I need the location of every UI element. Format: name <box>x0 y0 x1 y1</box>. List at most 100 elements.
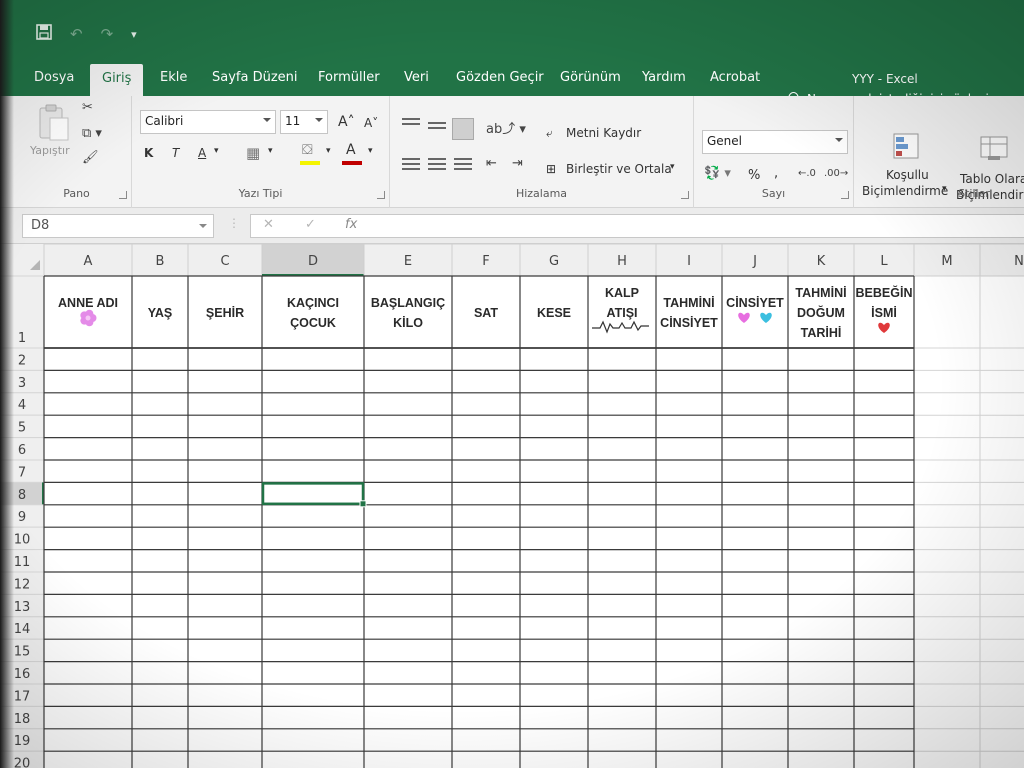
align-middle-icon[interactable] <box>428 122 446 136</box>
chevron-down-icon[interactable]: ▾ <box>268 146 273 156</box>
header-text: KİLO <box>393 315 423 330</box>
header-cell-C[interactable]: ŞEHİR <box>206 305 244 320</box>
shrink-font-icon[interactable]: A˅ <box>364 116 378 130</box>
header-cell-F[interactable]: SAT <box>474 306 498 320</box>
header-cell-I[interactable]: TAHMİNİ CİNSİYET <box>660 295 718 330</box>
italic-button[interactable]: T <box>172 146 179 160</box>
bold-button[interactable]: K <box>144 146 153 160</box>
font-size-select[interactable]: 11 <box>280 110 328 134</box>
increase-indent-icon[interactable]: ⇥ <box>512 156 523 171</box>
ribbon-tabs: Dosya Giriş Ekle Sayfa Düzeni Formüller … <box>0 62 1024 106</box>
merge-center-label: Birleştir ve Ortala <box>566 162 672 176</box>
underline-button[interactable]: A <box>198 146 206 160</box>
column-letter: G <box>549 254 559 269</box>
grow-font-icon[interactable]: A˄ <box>338 114 355 130</box>
header-cell-D[interactable]: KAÇINCI ÇOCUK <box>287 296 339 330</box>
chevron-down-icon <box>263 118 271 122</box>
tab-sayfa-duzeni[interactable]: Sayfa Düzeni <box>212 70 298 85</box>
number-format-select[interactable]: Genel <box>702 130 848 154</box>
chevron-down-icon[interactable]: ▾ <box>326 146 331 156</box>
align-left-icon[interactable] <box>402 158 420 172</box>
header-cell-H[interactable]: KALP ATIŞI <box>592 286 649 334</box>
tab-ekle[interactable]: Ekle <box>160 70 187 85</box>
number-launcher-icon[interactable] <box>841 191 849 199</box>
save-icon[interactable] <box>36 24 52 44</box>
tab-gozden-gecir[interactable]: Gözden Geçir <box>456 70 544 85</box>
font-color-button[interactable]: A <box>342 142 364 166</box>
tab-formuller[interactable]: Formüller <box>318 70 380 85</box>
comma-button[interactable]: , <box>774 166 778 181</box>
decrease-decimal-icon[interactable]: .00→ <box>824 168 848 179</box>
clipboard-launcher-icon[interactable] <box>119 191 127 199</box>
tab-acrobat[interactable]: Acrobat <box>710 70 760 85</box>
cancel-icon[interactable]: ✕ <box>263 217 274 232</box>
fill-handle[interactable] <box>359 500 367 508</box>
align-center-icon[interactable] <box>428 158 446 172</box>
worksheet-svg[interactable]: A B C D E F G H I J K L M N12345678910111213141516171… <box>0 244 1024 768</box>
paste-icon <box>39 104 69 141</box>
flower-icon <box>80 309 97 327</box>
chevron-down-icon[interactable]: ▾ <box>368 146 373 156</box>
column-letter: C <box>220 254 229 269</box>
paint-bucket-icon: ⛋ <box>302 142 313 158</box>
header-text: SAT <box>474 306 498 320</box>
currency-icon[interactable]: 💱 ▾ <box>704 166 731 181</box>
enter-icon[interactable]: ✓ <box>305 217 316 232</box>
chevron-down-icon[interactable]: ▾ <box>214 146 219 156</box>
percent-button[interactable]: % <box>748 168 760 183</box>
align-bottom-icon[interactable] <box>452 118 474 140</box>
more-options-icon[interactable]: ⋮ <box>228 216 240 230</box>
undo-icon[interactable]: ↶ <box>70 25 83 43</box>
formula-input-area[interactable]: ✕ ✓ fx <box>250 214 1024 238</box>
row-number: 2 <box>18 353 26 368</box>
customize-qat-icon[interactable]: ▾ <box>131 28 137 41</box>
red-heart-icon <box>878 322 890 333</box>
tab-giris[interactable]: Giriş <box>90 64 144 96</box>
paste-button[interactable]: Yapıştır <box>30 104 72 162</box>
format-as-table-icon <box>980 136 1008 160</box>
header-cell-K[interactable]: TAHMİNİ DOĞUM TARİHİ <box>795 285 846 340</box>
decrease-indent-icon[interactable]: ⇤ <box>486 156 497 171</box>
window-title: YYY - Excel <box>852 72 918 86</box>
column-letter: I <box>687 254 691 269</box>
align-top-icon[interactable] <box>402 118 420 132</box>
redo-icon[interactable]: ↷ <box>101 25 114 43</box>
wrap-text-label: Metni Kaydır <box>566 126 642 140</box>
font-name-select[interactable]: Calibri <box>140 110 276 134</box>
pink-blue-hearts-icon <box>738 312 772 323</box>
group-label-styles: Stiller <box>958 187 990 200</box>
fill-color-swatch <box>300 161 320 165</box>
increase-decimal-icon[interactable]: ←.0 <box>798 168 816 179</box>
tab-dosya[interactable]: Dosya <box>34 70 74 85</box>
cut-icon[interactable]: ✂ <box>82 100 93 115</box>
selected-cell[interactable] <box>261 482 365 506</box>
copy-icon[interactable]: ⧉ ▾ <box>82 126 102 141</box>
row-number: 15 <box>14 645 31 660</box>
tab-yardim[interactable]: Yardım <box>642 70 686 85</box>
header-cell-E[interactable]: BAŞLANGIÇ KİLO <box>371 296 445 330</box>
align-right-icon[interactable] <box>454 158 472 172</box>
worksheet-grid[interactable]: A B C D E F G H I J K L M N 1 2 3 4 5 6 7 8 9 10 11 12 13 14 15 16 17 1… <box>0 244 1024 768</box>
header-cell-B[interactable]: YAŞ <box>148 306 173 320</box>
header-text: DOĞUM <box>797 305 845 320</box>
header-cell-G[interactable]: KESE <box>537 306 571 320</box>
column-letter: N <box>1014 254 1024 269</box>
name-box[interactable]: D8 <box>22 214 214 238</box>
fx-icon[interactable]: fx <box>345 217 357 232</box>
column-letter: L <box>880 254 888 269</box>
tab-gorunum[interactable]: Görünüm <box>560 70 621 85</box>
title-bar: ↶ ↷ ▾ <box>0 0 1024 62</box>
alignment-launcher-icon[interactable] <box>681 191 689 199</box>
font-launcher-icon[interactable] <box>377 191 385 199</box>
header-cell-L[interactable]: BEBEĞİN İSMİ <box>856 285 913 333</box>
header-cell-A[interactable]: ANNE ADI <box>58 296 118 327</box>
tab-veri[interactable]: Veri <box>404 70 429 85</box>
orientation-icon[interactable]: ab⤴ ▾ <box>486 118 526 137</box>
borders-icon[interactable]: ▦ <box>246 144 260 162</box>
format-painter-icon[interactable]: 🖌 <box>82 150 99 165</box>
header-cell-J[interactable]: CİNSİYET <box>726 295 784 323</box>
number-format-value: Genel <box>707 134 743 148</box>
column-letter: D <box>308 254 318 269</box>
name-box-value: D8 <box>31 218 50 233</box>
fill-color-button[interactable]: ⛋ <box>300 142 322 166</box>
